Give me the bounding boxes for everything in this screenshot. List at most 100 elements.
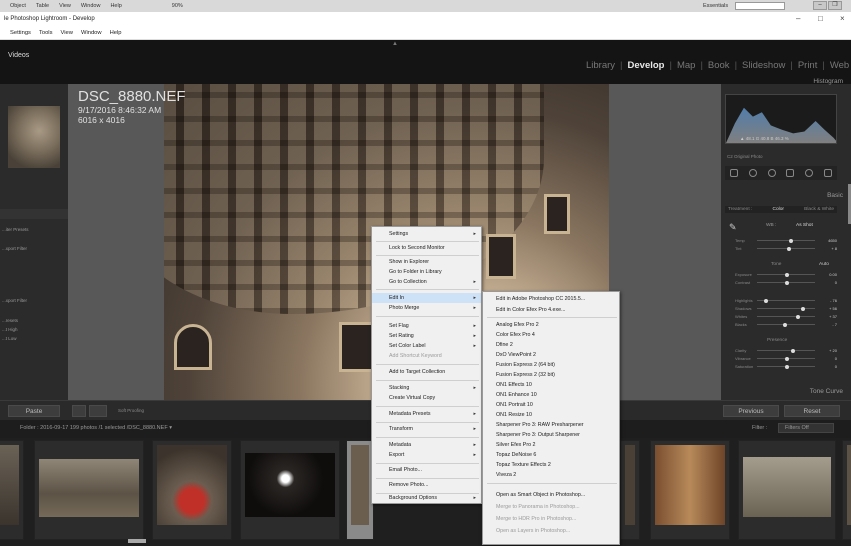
submenu-item-topaz-texture[interactable]: Topaz Texture Effects 2 [483, 460, 619, 470]
red-eye-icon[interactable] [767, 169, 776, 177]
paste-button[interactable]: Paste [8, 405, 60, 417]
ctx-item-show-in-explorer[interactable]: Show in Explorer [372, 257, 481, 267]
slider-value[interactable]: + 37 [829, 314, 837, 319]
ctx-item-create-virtual-copy[interactable]: Create Virtual Copy [372, 393, 481, 403]
module-book[interactable]: Book [708, 60, 730, 71]
submenu-item-edit-color-efex-exe[interactable]: Edit in Color Efex Pro 4.exe... [483, 305, 619, 315]
ctx-item-edit-in[interactable]: Edit In ▸ [372, 293, 481, 303]
ctx-item-lock-second-monitor[interactable]: Lock to Second Monitor [372, 243, 481, 253]
before-after-button[interactable] [89, 405, 107, 417]
ctx-item-background-options[interactable]: Background Options ▸ [372, 493, 481, 503]
highlights-slider[interactable]: Highlights - 76 [725, 298, 837, 304]
submenu-item-dfine[interactable]: Dfine 2 [483, 340, 619, 350]
preset-folder[interactable]: ...xport Filter [2, 246, 27, 251]
submenu-item-fusion-32[interactable]: Fusion Express 2 (32 bit) [483, 370, 619, 380]
filmstrip-thumbnail-selected[interactable] [346, 440, 374, 540]
adjustment-brush-icon[interactable] [823, 169, 832, 177]
slider-value[interactable]: - 76 [830, 298, 837, 303]
navigator-thumbnail[interactable] [8, 106, 60, 168]
ctx-item-metadata-presets[interactable]: Metadata Presets ▸ [372, 409, 481, 419]
filmstrip-thumbnail[interactable] [0, 440, 24, 540]
slider-value[interactable]: + 8 [831, 246, 837, 251]
wb-select[interactable]: As Shot [796, 223, 813, 228]
ctx-item-go-to-collection[interactable]: Go to Collection ▸ [372, 277, 481, 287]
crop-tool-icon[interactable] [730, 169, 739, 177]
ps-menu-view[interactable]: View [59, 3, 71, 9]
submenu-item-sharpener-raw[interactable]: Sharpener Pro 3: RAW Presharpener [483, 420, 619, 430]
submenu-item-fusion-64[interactable]: Fusion Express 2 (64 bit) [483, 360, 619, 370]
submenu-item-viveza[interactable]: Viveza 2 [483, 470, 619, 480]
ctx-item-add-target-collection[interactable]: Add to Target Collection [372, 367, 481, 377]
filmstrip-thumbnail[interactable] [650, 440, 730, 540]
preset-folder[interactable]: ...t Low [2, 336, 17, 341]
slider-value[interactable]: 0 [835, 356, 837, 361]
tone-curve-header[interactable]: Tone Curve [810, 388, 843, 395]
spot-removal-icon[interactable] [748, 169, 757, 177]
filter-select[interactable]: Filters Off [778, 423, 834, 433]
saturation-slider[interactable]: Saturation 0 [725, 364, 837, 370]
filmstrip-thumbnail[interactable] [34, 440, 144, 540]
ps-menu-table[interactable]: Table [36, 3, 49, 9]
maximize-button[interactable]: □ [818, 14, 823, 23]
filmstrip-scrollbar[interactable] [128, 539, 146, 543]
ps-search-input[interactable] [735, 2, 785, 10]
preset-folder[interactable]: ...t High [2, 327, 18, 332]
ps-restore-button[interactable]: ❐ [828, 1, 842, 10]
ps-menu-window[interactable]: Window [81, 3, 101, 9]
vibrance-slider[interactable]: Vibrance 0 [725, 356, 837, 362]
slider-value[interactable]: + 20 [829, 348, 837, 353]
slider-value[interactable]: 4650 [828, 238, 837, 243]
submenu-item-silver-efex[interactable]: Silver Efex Pro 2 [483, 440, 619, 450]
ctx-item-photo-merge[interactable]: Photo Merge ▸ [372, 303, 481, 313]
exposure-slider[interactable]: Exposure 0.00 [725, 272, 837, 278]
contrast-slider[interactable]: Contrast 0 [725, 280, 837, 286]
tint-slider[interactable]: Tint + 8 [725, 246, 837, 252]
submenu-item-analog-efex[interactable]: Analog Efex Pro 2 [483, 320, 619, 330]
treatment-bw[interactable]: Black & White [804, 207, 834, 212]
close-button[interactable]: × [840, 14, 845, 23]
soft-proofing-label[interactable]: Soft Proofing [118, 408, 144, 413]
filmstrip-thumbnail[interactable] [152, 440, 232, 540]
ctx-item-settings[interactable]: Settings ▸ [372, 229, 481, 239]
submenu-item-edit-photoshop[interactable]: Edit in Adobe Photoshop CC 2015.5... [483, 294, 619, 304]
preset-folder[interactable]: ...iter Presets [2, 227, 29, 232]
submenu-item-on1-portrait[interactable]: ON1 Portrait 10 [483, 400, 619, 410]
slider-value[interactable]: 0 [835, 280, 837, 285]
ctx-item-set-color-label[interactable]: Set Color Label ▸ [372, 341, 481, 351]
module-develop[interactable]: Develop [628, 60, 665, 71]
slider-value[interactable]: - 7 [832, 322, 837, 327]
ctx-item-remove-photo[interactable]: Remove Photo... [372, 480, 481, 490]
menu-tools[interactable]: Tools [39, 30, 53, 36]
module-library[interactable]: Library [586, 60, 615, 71]
preset-folder[interactable]: ...resets [2, 318, 18, 323]
basic-panel-header[interactable]: Basic [827, 192, 843, 199]
menu-view[interactable]: View [61, 30, 73, 36]
submenu-item-dxo-viewpoint[interactable]: DxO ViewPoint 2 [483, 350, 619, 360]
temp-slider[interactable]: Temp 4650 [725, 238, 837, 244]
filmstrip-thumbnail[interactable] [620, 440, 640, 540]
radial-filter-icon[interactable] [804, 169, 813, 177]
menu-window[interactable]: Window [81, 30, 102, 36]
histogram[interactable]: ▲ 48.1 G 40.8 B 46.3 % [725, 94, 837, 144]
submenu-item-on1-effects[interactable]: ON1 Effects 10 [483, 380, 619, 390]
loupe-view-button[interactable] [72, 405, 86, 417]
submenu-item-color-efex[interactable]: Color Efex Pro 4 [483, 330, 619, 340]
shadows-slider[interactable]: Shadows + 56 [725, 306, 837, 312]
ps-zoom[interactable]: 90% [172, 3, 183, 9]
filmstrip-thumbnail[interactable] [738, 440, 836, 540]
filmstrip-thumbnail[interactable] [842, 440, 851, 540]
minimize-button[interactable]: – [796, 14, 800, 23]
white-balance-picker-icon[interactable]: ✎ [729, 222, 737, 233]
submenu-item-on1-enhance[interactable]: ON1 Enhance 10 [483, 390, 619, 400]
module-slideshow[interactable]: Slideshow [742, 60, 785, 71]
module-print[interactable]: Print [798, 60, 818, 71]
ctx-item-email-photo[interactable]: Email Photo... [372, 465, 481, 475]
ps-workspace[interactable]: Essentials [703, 3, 728, 9]
preset-folder[interactable]: ...xport Filter [2, 298, 27, 303]
reset-button[interactable]: Reset [784, 405, 840, 417]
slider-value[interactable]: + 56 [829, 306, 837, 311]
ctx-item-metadata[interactable]: Metadata ▸ [372, 440, 481, 450]
graduated-filter-icon[interactable] [786, 169, 795, 177]
collapse-top-panel-icon[interactable]: ▲ [392, 41, 398, 47]
ctx-item-stacking[interactable]: Stacking ▸ [372, 383, 481, 393]
